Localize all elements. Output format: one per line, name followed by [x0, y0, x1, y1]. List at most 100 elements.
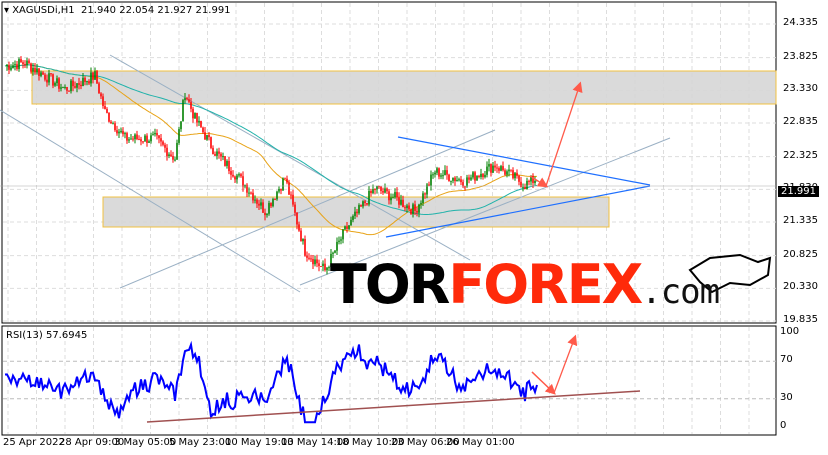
candle-body	[198, 120, 200, 123]
candle-body	[422, 193, 424, 203]
price-tick: 21.335	[783, 215, 818, 226]
time-tick: 5 May 23:00	[169, 437, 232, 448]
candle-body	[110, 121, 112, 124]
candle-body	[322, 263, 324, 267]
candle-body	[54, 83, 56, 86]
candle-body	[138, 139, 140, 141]
candle-body	[306, 255, 308, 258]
candle-body	[46, 79, 48, 83]
candle-body	[168, 154, 170, 157]
candle-body	[506, 171, 508, 175]
candle-body	[404, 207, 406, 209]
candle-body	[124, 133, 126, 135]
candle-body	[150, 135, 152, 142]
candle-body	[516, 172, 518, 176]
candle-body	[370, 190, 372, 194]
candle-body	[466, 177, 468, 187]
rsi-forecast-arrow	[531, 334, 578, 395]
candle-body	[486, 166, 488, 175]
candle-body	[230, 171, 232, 175]
candle-body	[236, 175, 238, 180]
candle-body	[512, 170, 514, 179]
candle-body	[304, 238, 306, 256]
candle-body	[102, 96, 104, 107]
candle-body	[464, 186, 466, 188]
rsi-tick: 70	[780, 354, 793, 366]
candle-body	[44, 74, 46, 80]
candle-body	[42, 72, 44, 75]
candle-body	[346, 226, 348, 230]
symbol-header: ▾ XAGUSDi,H1 21.940 22.054 21.927 21.991	[4, 5, 231, 16]
candle-body	[70, 80, 72, 92]
candle-body	[392, 197, 394, 199]
candle-body	[80, 84, 82, 87]
candle-body	[74, 86, 76, 88]
time-tick: 26 May 01:00	[446, 437, 515, 448]
candle-body	[122, 131, 124, 135]
candle-body	[308, 257, 310, 259]
candle-body	[526, 180, 528, 190]
candle-body	[522, 186, 524, 188]
candle-body	[238, 174, 240, 176]
rsi-line	[4, 340, 538, 424]
candle-body	[134, 134, 136, 140]
price-tick: 24.335	[783, 17, 818, 28]
candle-body	[32, 67, 34, 72]
chart-canvas[interactable]	[0, 0, 828, 455]
candle-body	[160, 138, 162, 142]
candle-body	[510, 169, 512, 171]
candle-body	[260, 202, 262, 206]
candle-body	[442, 175, 444, 177]
candle-body	[298, 224, 300, 231]
candle-body	[494, 165, 496, 168]
rsi-label: RSI(13) 57.6945	[6, 330, 88, 341]
candle-body	[272, 199, 274, 207]
candle-body	[196, 112, 198, 123]
candle-body	[218, 151, 220, 154]
candle-body	[468, 177, 470, 180]
candle-body	[500, 166, 502, 171]
candle-body	[104, 106, 106, 110]
symbol-label: XAGUSDi,H1	[12, 5, 75, 16]
candle-body	[88, 81, 90, 84]
candle-body	[250, 192, 252, 194]
candle-body	[498, 168, 500, 171]
candle-body	[242, 176, 244, 187]
candle-body	[78, 83, 80, 85]
candle-body	[56, 78, 58, 84]
candle-body	[240, 174, 242, 177]
candle-body	[222, 156, 224, 158]
price-tick: 20.825	[783, 248, 818, 260]
candle-body	[282, 178, 284, 191]
candle-body	[478, 175, 480, 177]
candle-body	[470, 177, 472, 180]
candle-body	[458, 179, 460, 181]
candle-body	[406, 205, 408, 209]
candle-body	[202, 127, 204, 133]
candle-body	[432, 174, 434, 176]
rsi-tick: 30	[780, 391, 793, 403]
candle-body	[460, 179, 462, 183]
candle-body	[178, 129, 180, 143]
candle-body	[300, 230, 302, 242]
candle-body	[216, 151, 218, 156]
candle-body	[154, 132, 156, 135]
candle-body	[268, 203, 270, 214]
time-tick: 3 May 05:00	[114, 437, 177, 448]
candle-body	[336, 241, 338, 251]
candle-body	[380, 186, 382, 191]
candle-body	[534, 180, 536, 183]
candle-body	[170, 154, 172, 157]
candle-body	[528, 180, 530, 182]
candle-body	[34, 67, 36, 73]
candle-body	[312, 258, 314, 265]
candle-body	[94, 71, 96, 80]
rsi-tick: 100	[780, 326, 800, 337]
candle-body	[192, 108, 194, 119]
rsi-tick: 0	[780, 420, 787, 431]
candle-body	[274, 199, 276, 201]
candle-body	[384, 188, 386, 193]
candle-body	[288, 182, 290, 195]
rsi-pane-frame	[1, 325, 777, 436]
candle-body	[416, 210, 418, 213]
